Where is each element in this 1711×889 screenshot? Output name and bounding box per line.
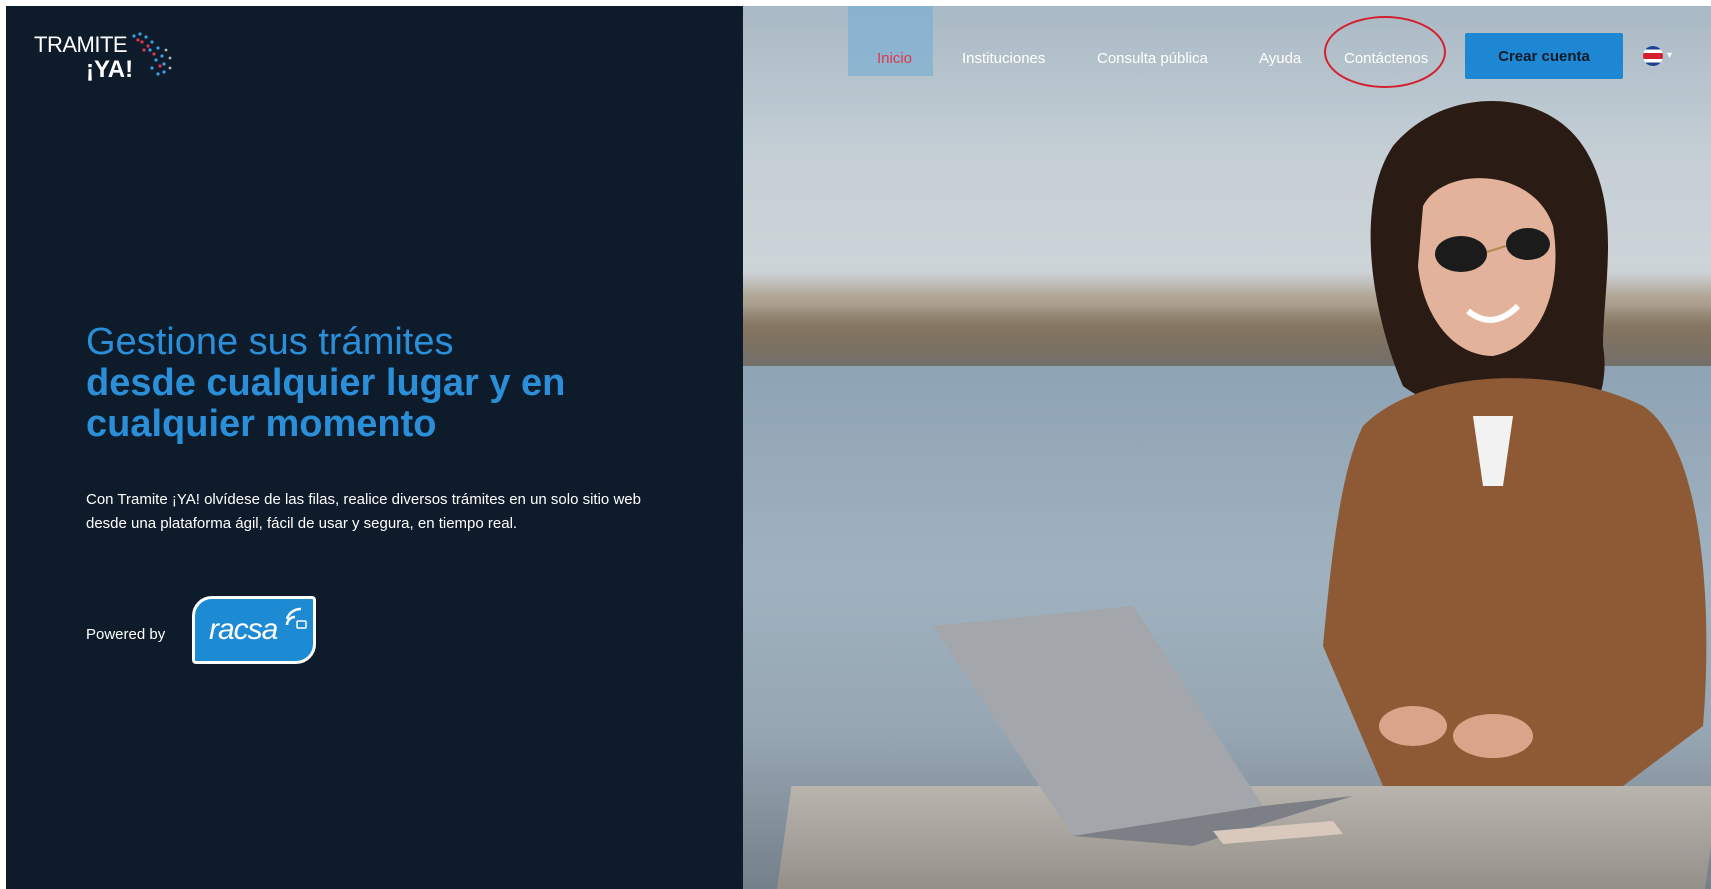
nav-item-inicio[interactable]: Inicio xyxy=(877,50,912,67)
nav-item-instituciones[interactable]: Instituciones xyxy=(962,50,1045,67)
chevron-down-icon[interactable]: ▾ xyxy=(1667,50,1672,61)
logo-dots-icon xyxy=(132,32,172,76)
hero-description-line2: desde una plataforma ágil, fácil de usar… xyxy=(86,515,518,532)
hero-title: Gestione sus trámites desde cualquier lu… xyxy=(86,321,706,446)
costa-rica-flag-icon[interactable] xyxy=(1643,46,1663,66)
nav-item-ayuda[interactable]: Ayuda xyxy=(1259,50,1301,67)
contactenos-highlight-circle xyxy=(1324,16,1446,88)
racsa-logo-text: racsa xyxy=(209,613,278,646)
tramite-ya-logo[interactable]: TRAMITE ¡YA! xyxy=(34,28,174,88)
hero-photo xyxy=(743,6,1711,889)
create-account-button[interactable]: Crear cuenta xyxy=(1465,33,1623,79)
hero-title-line1: Gestione sus trámites xyxy=(86,321,454,363)
laptop-illustration xyxy=(933,606,1353,846)
hero-title-line3: cualquier momento xyxy=(86,403,437,446)
hero-description-line1: Con Tramite ¡YA! olvídese de las filas, … xyxy=(86,491,641,508)
signal-icon xyxy=(285,607,307,629)
app-frame: TRAMITE ¡YA! Gestione sus trámites desde… xyxy=(6,6,1711,889)
top-navigation: Inicio Instituciones Consulta pública Ay… xyxy=(743,6,1711,88)
racsa-logo[interactable]: racsa xyxy=(192,596,316,664)
powered-by-label: Powered by xyxy=(86,626,166,643)
hero-title-line2: desde cualquier lugar y en xyxy=(86,362,566,405)
nav-item-consulta-publica[interactable]: Consulta pública xyxy=(1097,50,1208,67)
hero-left-panel: TRAMITE ¡YA! Gestione sus trámites desde… xyxy=(6,6,743,889)
hero-description: Con Tramite ¡YA! olvídese de las filas, … xyxy=(86,488,666,536)
